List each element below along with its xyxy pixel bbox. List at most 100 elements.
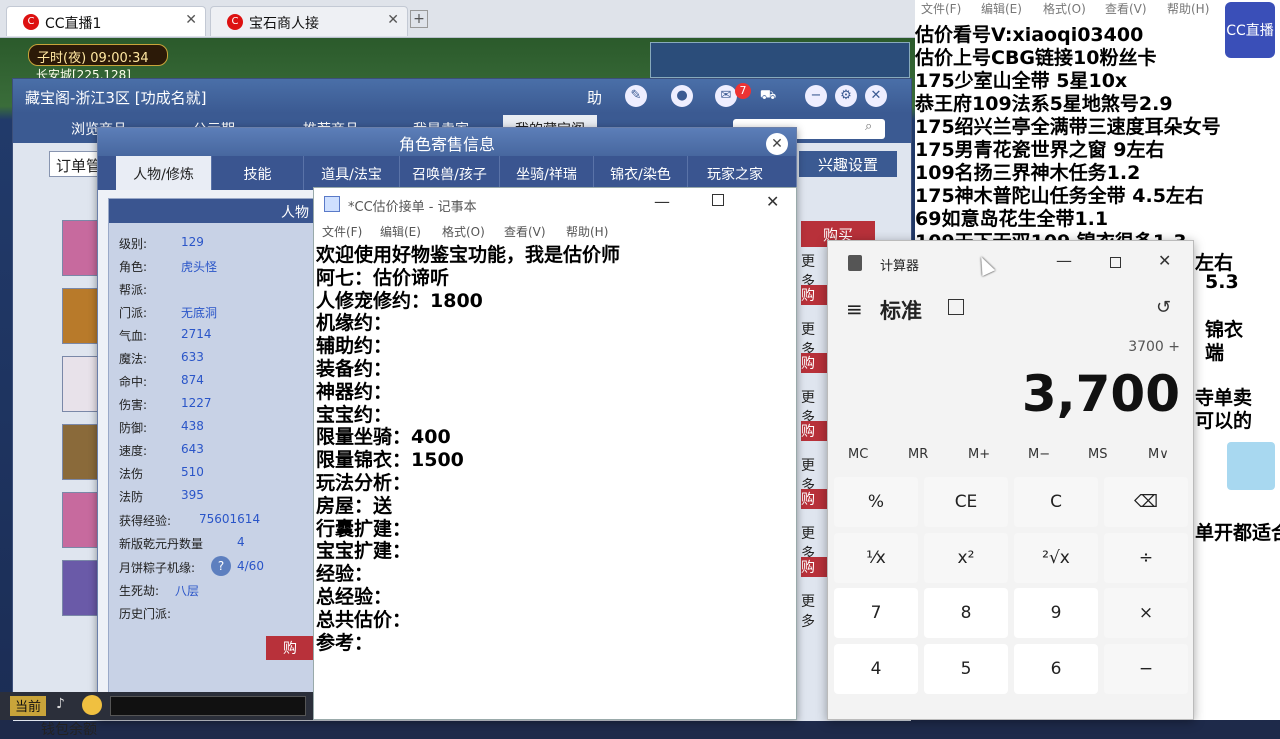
help-button[interactable]: 助 <box>587 87 602 108</box>
digit-4-button[interactable]: 4 <box>834 644 918 694</box>
emoji-icon[interactable] <box>82 695 102 715</box>
digit-6-button[interactable]: 6 <box>1014 644 1098 694</box>
record-icon[interactable]: ● <box>671 85 693 107</box>
expression-display: 3700 + <box>1128 339 1180 355</box>
digit-9-button[interactable]: 9 <box>1014 588 1098 638</box>
text-line: 房屋：送 <box>316 494 393 517</box>
close-icon[interactable]: ✕ <box>766 192 779 211</box>
minus-button[interactable]: − <box>1104 644 1188 694</box>
percent-button[interactable]: % <box>834 477 918 527</box>
close-icon[interactable]: ✕ <box>766 133 788 155</box>
close-tab-icon[interactable]: ✕ <box>387 12 399 28</box>
minimize-icon[interactable]: — <box>654 192 670 211</box>
text-line: 参考： <box>316 631 374 654</box>
interest-settings-button[interactable]: 兴趣设置 <box>799 151 897 177</box>
tab-items[interactable]: 道具/法宝 <box>304 156 400 190</box>
multiply-button[interactable]: × <box>1104 588 1188 638</box>
stat-defense: 防御: 438 <box>119 419 204 435</box>
mic-icon[interactable]: ♪ <box>56 696 65 712</box>
tab-skills[interactable]: 技能 <box>212 156 304 190</box>
search-icon[interactable]: ⌕ <box>865 119 872 134</box>
mode-title: 标准 <box>880 299 922 323</box>
mem-recall-button[interactable]: MR <box>908 447 928 462</box>
digit-5-button[interactable]: 5 <box>924 644 1008 694</box>
text-line: 总共估价： <box>316 608 412 631</box>
sqrt-button[interactable]: ²√x <box>1014 533 1098 583</box>
notepad-text-area[interactable]: 欢迎使用好物鉴宝功能，我是估价师 阿七：估价谛听 人修宠修约：1800 机缘约：… <box>316 244 794 654</box>
game-thumbnail <box>1227 442 1275 490</box>
browser-tab-gem[interactable]: C 宝石商人接 ✕ <box>210 6 408 36</box>
chat-input[interactable] <box>110 696 306 716</box>
cc-logo-icon: C <box>23 14 39 30</box>
buy-link[interactable]: 购 <box>801 285 827 305</box>
mem-list-button[interactable]: M∨ <box>1148 447 1169 462</box>
tab-home[interactable]: 玩家之家 <box>688 156 782 190</box>
tab-mounts[interactable]: 坐骑/祥瑞 <box>500 156 594 190</box>
square-button[interactable]: x² <box>924 533 1008 583</box>
close-tab-icon[interactable]: ✕ <box>185 12 197 28</box>
menu-view[interactable]: 查看(V) <box>504 223 546 240</box>
browser-tab-bar: C CC直播1 ✕ C 宝石商人接 ✕ + <box>0 0 915 38</box>
divide-button[interactable]: ÷ <box>1104 533 1188 583</box>
clear-entry-button[interactable]: CE <box>924 477 1008 527</box>
minimize-icon[interactable]: — <box>1056 251 1072 270</box>
stat-hit: 命中: 874 <box>119 373 204 389</box>
stat-speed: 速度: 643 <box>119 442 204 458</box>
menu-help[interactable]: 帮助(H) <box>566 223 608 240</box>
overlay-fragment: 端 <box>1205 342 1225 364</box>
calculator-window: 计算器 — ✕ ≡ 标准 ↺ 3700 + 3,700 MC MR M+ M− … <box>827 240 1194 720</box>
message-icon[interactable]: ✉ <box>715 85 737 107</box>
notepad-menubar: 文件(F) 编辑(E) 格式(O) 查看(V) 帮助(H) <box>314 220 796 242</box>
clear-button[interactable]: C <box>1014 477 1098 527</box>
new-tab-button[interactable]: + <box>410 10 428 28</box>
menu-view[interactable]: 查看(V) <box>1105 0 1147 17</box>
cart-icon[interactable]: ⛟ <box>757 85 779 107</box>
text-line: 玩法分析： <box>316 471 412 494</box>
tab-character[interactable]: 人物/修炼 <box>116 156 212 190</box>
tab-pets[interactable]: 召唤兽/孩子 <box>400 156 500 190</box>
menu-help[interactable]: 帮助(H) <box>1167 0 1209 17</box>
menu-file[interactable]: 文件(F) <box>322 223 362 240</box>
stat-hp: 气血: 2714 <box>119 327 212 343</box>
buy-link[interactable]: 购 <box>801 557 827 577</box>
digit-8-button[interactable]: 8 <box>924 588 1008 638</box>
menu-format[interactable]: 格式(O) <box>442 223 485 240</box>
party-status-bar <box>650 42 910 78</box>
menu-format[interactable]: 格式(O) <box>1043 0 1086 17</box>
hamburger-menu-icon[interactable]: ≡ <box>846 297 863 321</box>
buy-link[interactable]: 购 <box>801 421 827 441</box>
keep-on-top-icon[interactable] <box>948 299 964 315</box>
maximize-icon[interactable] <box>1110 257 1121 268</box>
more-link[interactable]: 更多 <box>801 591 827 631</box>
maximize-icon[interactable] <box>712 194 724 206</box>
channel-current-button[interactable]: 当前 <box>10 696 46 716</box>
tab-outfits[interactable]: 锦衣/染色 <box>594 156 688 190</box>
backspace-button[interactable]: ⌫ <box>1104 477 1188 527</box>
mem-store-button[interactable]: MS <box>1088 447 1107 462</box>
minimize-icon[interactable]: − <box>805 85 827 107</box>
text-line: 宝宝扩建： <box>316 540 412 563</box>
digit-7-button[interactable]: 7 <box>834 588 918 638</box>
settings-icon[interactable]: ⚙ <box>835 85 857 107</box>
help-icon[interactable]: ? <box>211 556 231 576</box>
close-icon[interactable]: ✕ <box>1158 251 1171 270</box>
panel-header: 人物 <box>109 199 317 223</box>
mem-subtract-button[interactable]: M− <box>1028 447 1050 462</box>
buy-link[interactable]: 购 <box>801 489 827 509</box>
text-line: 限量坐骑：400 <box>316 426 451 449</box>
menu-edit[interactable]: 编辑(E) <box>981 0 1022 17</box>
history-icon[interactable]: ↺ <box>1156 297 1171 318</box>
reciprocal-button[interactable]: ¹⁄x <box>834 533 918 583</box>
text-line: 行囊扩建： <box>316 517 412 540</box>
stat-damage: 伤害: 1227 <box>119 396 212 412</box>
browser-tab-cc[interactable]: C CC直播1 ✕ <box>6 6 206 36</box>
edit-icon[interactable]: ✎ <box>625 85 647 107</box>
close-icon[interactable]: ✕ <box>865 85 887 107</box>
mem-clear-button[interactable]: MC <box>848 447 868 462</box>
buy-link[interactable]: 购 <box>801 353 827 373</box>
menu-edit[interactable]: 编辑(E) <box>380 223 421 240</box>
buy-button[interactable]: 购 <box>266 636 314 660</box>
menu-file[interactable]: 文件(F) <box>921 0 961 17</box>
mem-add-button[interactable]: M+ <box>968 447 990 462</box>
stat-qianyuan: 新版乾元丹数量 4 <box>119 535 245 551</box>
